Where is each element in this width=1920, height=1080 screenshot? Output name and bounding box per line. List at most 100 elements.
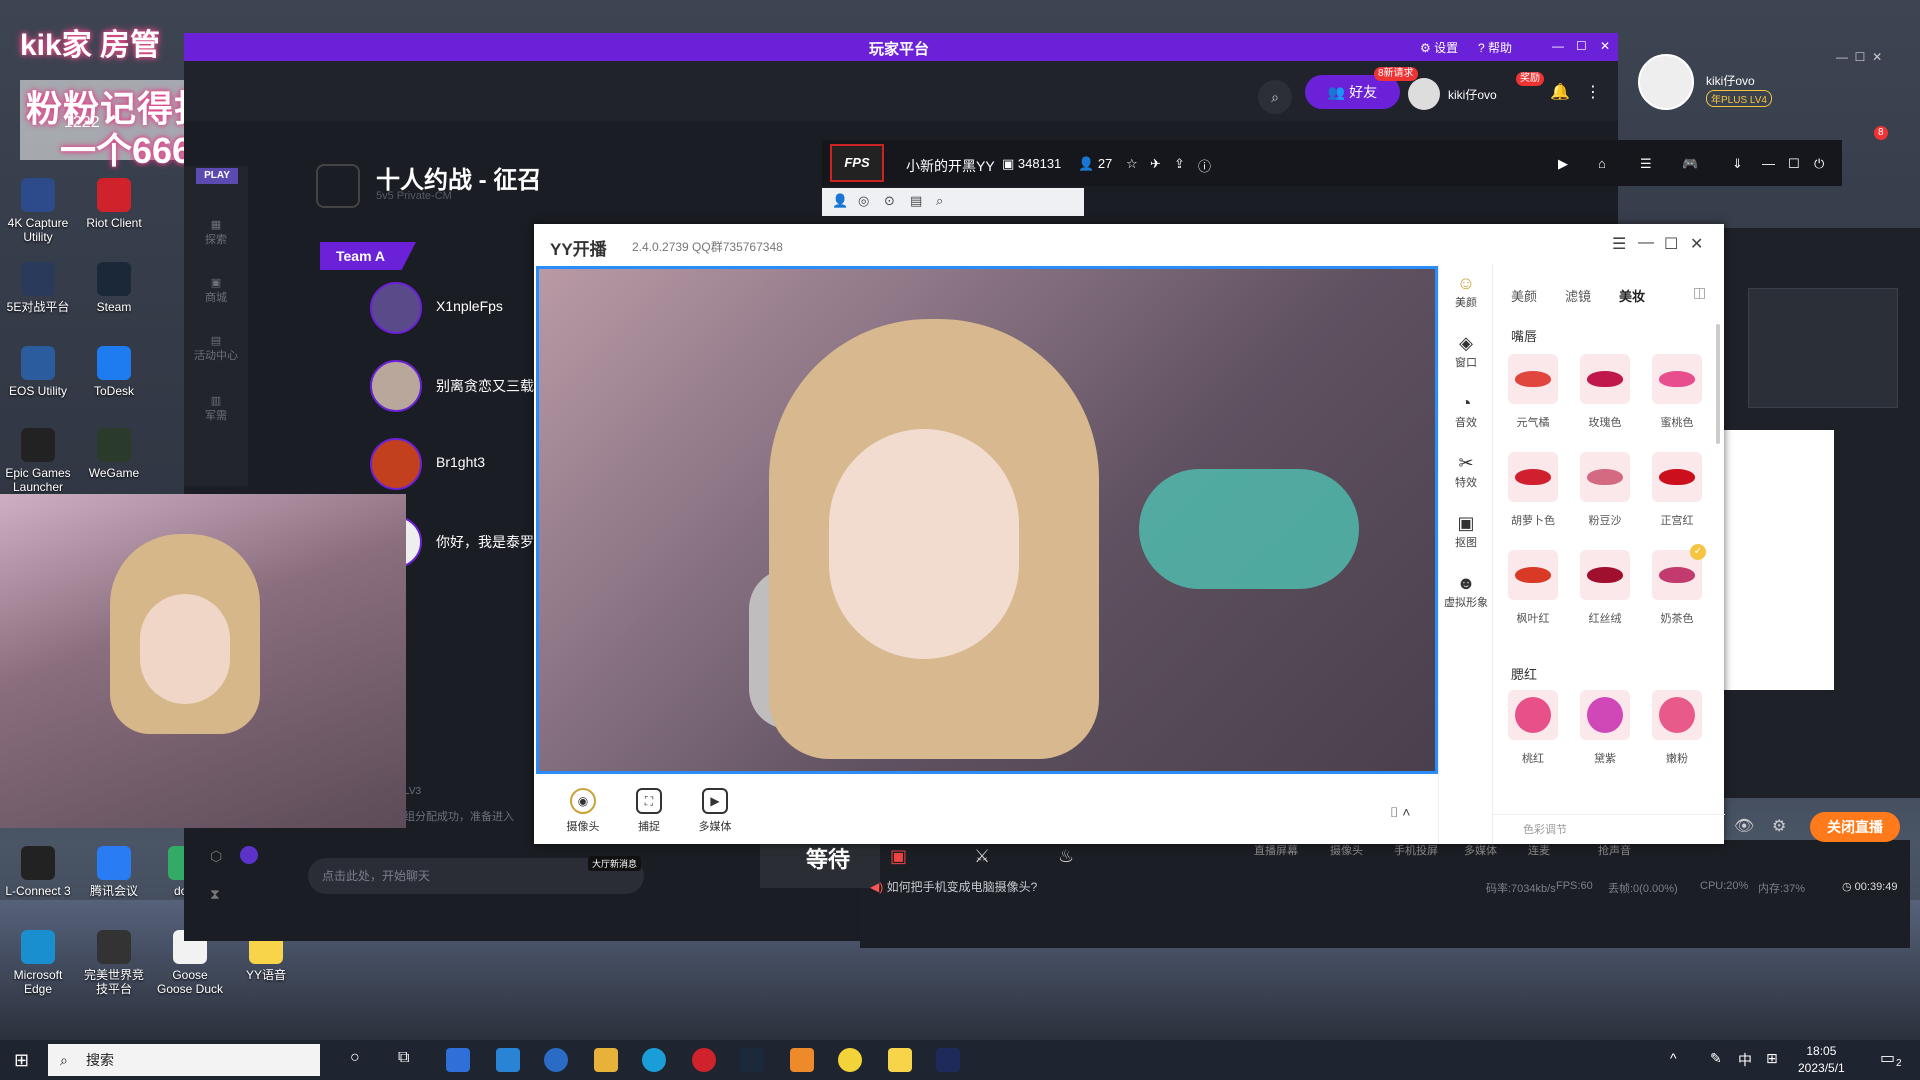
mail-icon[interactable] — [496, 1048, 520, 1072]
eye-icon[interactable]: 👁 — [1734, 816, 1754, 836]
pen-icon[interactable]: ✎ — [1710, 1050, 1722, 1067]
record-icon[interactable]: ▣ — [890, 846, 907, 867]
yy-voice-icon[interactable] — [888, 1048, 912, 1072]
color-adjust-button[interactable]: 色彩调节 — [1493, 814, 1725, 844]
star-icon[interactable]: ☆ — [1126, 156, 1138, 172]
lip-swatch[interactable]: 胡萝卜色 — [1505, 452, 1561, 542]
cortana-icon[interactable]: ○ — [350, 1049, 360, 1067]
bottom-tab[interactable]: 摄像头 — [1330, 842, 1363, 858]
video-icon[interactable]: ▶ — [1558, 156, 1568, 172]
yy-live-icon[interactable] — [838, 1048, 862, 1072]
right-user-avatar[interactable] — [1638, 54, 1694, 110]
sidebar-item-supply[interactable]: ▥ 军需 — [192, 394, 240, 423]
notification-icon[interactable]: ▭ — [1880, 1048, 1895, 1068]
keyboard-icon[interactable]: ⊞ — [1766, 1050, 1778, 1067]
chat-new-message-tag[interactable]: 大厅新消息 — [588, 856, 642, 871]
username-label[interactable]: kiki仔ovo — [1448, 86, 1497, 103]
chat-icon[interactable]: ◎ — [858, 193, 869, 209]
tab-filter[interactable]: 滤镜 — [1565, 286, 1591, 305]
sidebar-item-explore[interactable]: ▦ 探索 — [192, 218, 240, 247]
desktop-icon[interactable]: ToDesk — [79, 346, 149, 398]
task-view-icon[interactable]: ⧉ — [398, 1049, 409, 1067]
tray-chevron-icon[interactable]: ^ — [1670, 1050, 1677, 1066]
sidebar-item-shop[interactable]: ▣ 商城 — [192, 276, 240, 305]
taskbar-clock[interactable]: 18:05 2023/5/1 — [1798, 1043, 1845, 1077]
desktop-icon[interactable]: Microsoft Edge — [3, 930, 73, 996]
desktop-icon[interactable]: WeGame — [79, 428, 149, 480]
search-icon[interactable]: ⌕ — [1258, 80, 1292, 114]
file-explorer-icon[interactable] — [594, 1048, 618, 1072]
camera-preview[interactable] — [536, 266, 1438, 774]
desktop-icon[interactable]: Riot Client — [79, 178, 149, 230]
kook-icon[interactable] — [544, 1048, 568, 1072]
media-button[interactable]: ▶ 多媒体 — [690, 788, 740, 834]
panel-scrollbar[interactable] — [1716, 324, 1720, 444]
help-button[interactable]: ? 帮助 — [1478, 39, 1512, 56]
settings-icon[interactable]: ⬡ — [210, 848, 222, 865]
restore-icon[interactable]: ☐ — [1788, 156, 1800, 172]
settings-button[interactable]: ⚙ 设置 — [1420, 39, 1458, 56]
tab-beauty[interactable]: 美颜 — [1511, 286, 1537, 305]
minimize-button[interactable]: — — [1552, 39, 1564, 53]
minimize-button[interactable]: — — [1638, 234, 1654, 252]
desktop-icon[interactable]: Steam — [79, 262, 149, 314]
taskbar-search[interactable]: ⌕ 搜索 — [48, 1044, 320, 1076]
bell-icon[interactable]: 🔔 — [1550, 82, 1570, 102]
person-icon[interactable]: 👤 — [832, 193, 848, 209]
gear-icon[interactable]: ⚙ — [1772, 816, 1786, 836]
blush-swatch[interactable]: 黛紫 — [1577, 690, 1633, 780]
wanplay-taskbar-icon[interactable] — [790, 1048, 814, 1072]
lip-swatch[interactable]: 正宫红 — [1649, 452, 1705, 542]
close-button[interactable]: ✕ — [1600, 39, 1610, 53]
rail-effects[interactable]: ✂ 特效 — [1439, 452, 1493, 490]
list-icon[interactable]: ▤ — [910, 193, 922, 209]
capture-button[interactable]: ⛶ 捕捉 — [624, 788, 674, 834]
hourglass-icon[interactable]: ⧗ — [210, 886, 220, 903]
desktop-icon[interactable]: Epic Games Launcher — [3, 428, 73, 494]
right-window-controls[interactable]: — ☐ ✕ — [1836, 50, 1882, 64]
blush-swatch[interactable]: 嫩粉 — [1649, 690, 1705, 780]
maximize-button[interactable]: ☐ — [1664, 234, 1678, 254]
maximize-button[interactable]: ☐ — [1576, 39, 1587, 53]
screenshot-icon[interactable]: ⌷ ˄ — [1390, 804, 1410, 821]
5e-taskbar-icon[interactable] — [936, 1048, 960, 1072]
blush-swatch[interactable]: 桃红 — [1505, 690, 1561, 780]
bottom-tab[interactable]: 直播屏幕 — [1254, 842, 1298, 858]
user-avatar[interactable] — [1408, 78, 1440, 110]
netease-music-icon[interactable] — [692, 1048, 716, 1072]
rail-matting[interactable]: ▣ 抠图 — [1439, 512, 1493, 550]
edge-icon[interactable] — [642, 1048, 666, 1072]
rail-sound[interactable]: ◔ 音效 — [1439, 392, 1493, 430]
flame-icon[interactable]: ♨ — [1058, 846, 1074, 867]
minimize-icon[interactable]: — — [1762, 156, 1775, 171]
desktop-icon[interactable]: 5E对战平台 — [3, 262, 73, 314]
plane-icon[interactable]: ✈ — [1150, 156, 1161, 172]
lip-swatch[interactable]: 玫瑰色 — [1577, 354, 1633, 444]
rail-window[interactable]: ◈ 窗口 — [1439, 332, 1493, 370]
close-live-button[interactable]: 关闭直播 — [1810, 812, 1900, 842]
lip-swatch[interactable]: 蜜桃色 — [1649, 354, 1705, 444]
bottom-tab[interactable]: 抢声音 — [1598, 842, 1631, 858]
power-icon[interactable]: ⏻ — [1814, 156, 1824, 172]
pk-icon[interactable]: ⚔ — [974, 846, 990, 867]
sidebar-item-events[interactable]: ▤ 活动中心 — [192, 334, 240, 363]
compare-icon[interactable]: ◫ — [1693, 284, 1706, 301]
home-icon[interactable]: ⌂ — [1598, 156, 1606, 171]
layout-icon[interactable]: ☰ — [1640, 156, 1652, 172]
app-icon[interactable] — [740, 1048, 764, 1072]
bottom-tab[interactable]: 手机投屏 — [1394, 842, 1438, 858]
gamepad-icon[interactable]: 🎮 — [1682, 156, 1698, 172]
location-icon[interactable]: ⊙ — [884, 193, 895, 209]
desktop-icon[interactable]: 4K Capture Utility — [3, 178, 73, 244]
desktop-icon[interactable]: 完美世界竞技平台 — [79, 930, 149, 996]
store-icon[interactable] — [446, 1048, 470, 1072]
menu-icon[interactable]: ☰ — [1612, 234, 1626, 254]
desktop-icon[interactable]: EOS Utility — [3, 346, 73, 398]
desktop-icon[interactable]: L-Connect 3 — [3, 846, 73, 898]
lip-swatch[interactable]: 枫叶红 — [1505, 550, 1561, 640]
ime-indicator[interactable]: 中 — [1738, 1050, 1752, 1070]
desktop-icon[interactable]: 腾讯会议 — [79, 846, 149, 898]
tab-makeup[interactable]: 美妆 — [1619, 286, 1645, 305]
windows-start-icon[interactable]: ⊞ — [14, 1050, 29, 1071]
lip-swatch[interactable]: 粉豆沙 — [1577, 452, 1633, 542]
